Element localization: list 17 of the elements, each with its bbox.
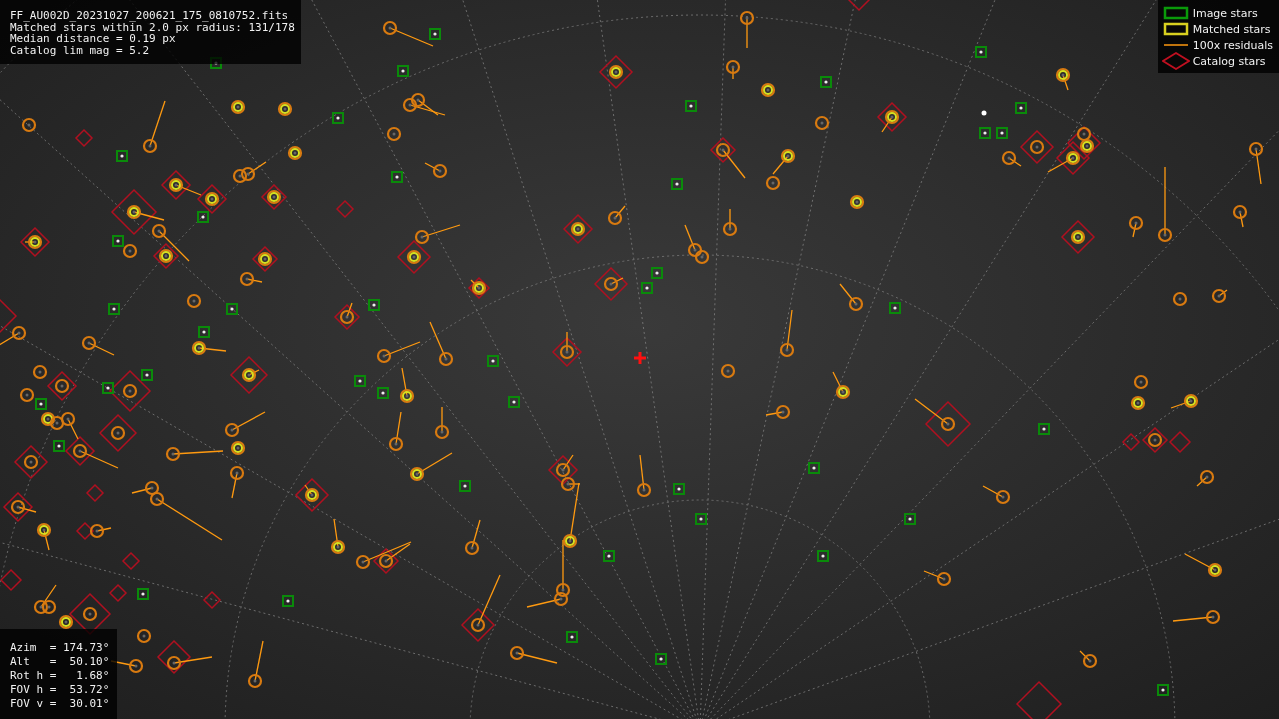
diamond-icon xyxy=(1161,52,1190,70)
pointing-text: Rot h = 1.68° xyxy=(10,669,110,683)
info-text: Catalog lim mag = 5.2 xyxy=(10,44,151,56)
square-icon xyxy=(1161,20,1190,38)
pointing-text: Alt = 50.10° xyxy=(10,655,110,669)
pointing-text: Azim = 174.73° xyxy=(10,641,110,655)
pointing-text: FOV h = 53.72° xyxy=(10,683,110,697)
legend-label: Catalog stars xyxy=(1192,54,1266,68)
legend-label: Matched stars xyxy=(1192,22,1271,36)
info-text: FF_AU002D_20231027_200621_175_0810752.fits xyxy=(10,10,290,22)
legend-label: 100x residuals xyxy=(1192,38,1273,52)
info-text: Median distance = 0.19 px xyxy=(10,33,176,45)
pointing-text: FOV v = 30.01° xyxy=(10,697,110,711)
legend-label: Image stars xyxy=(1192,6,1258,20)
info-text: Matched stars within 2.0 px radius: 131/178 xyxy=(10,21,295,33)
line-icon xyxy=(1163,44,1188,46)
square-icon xyxy=(1161,4,1190,22)
